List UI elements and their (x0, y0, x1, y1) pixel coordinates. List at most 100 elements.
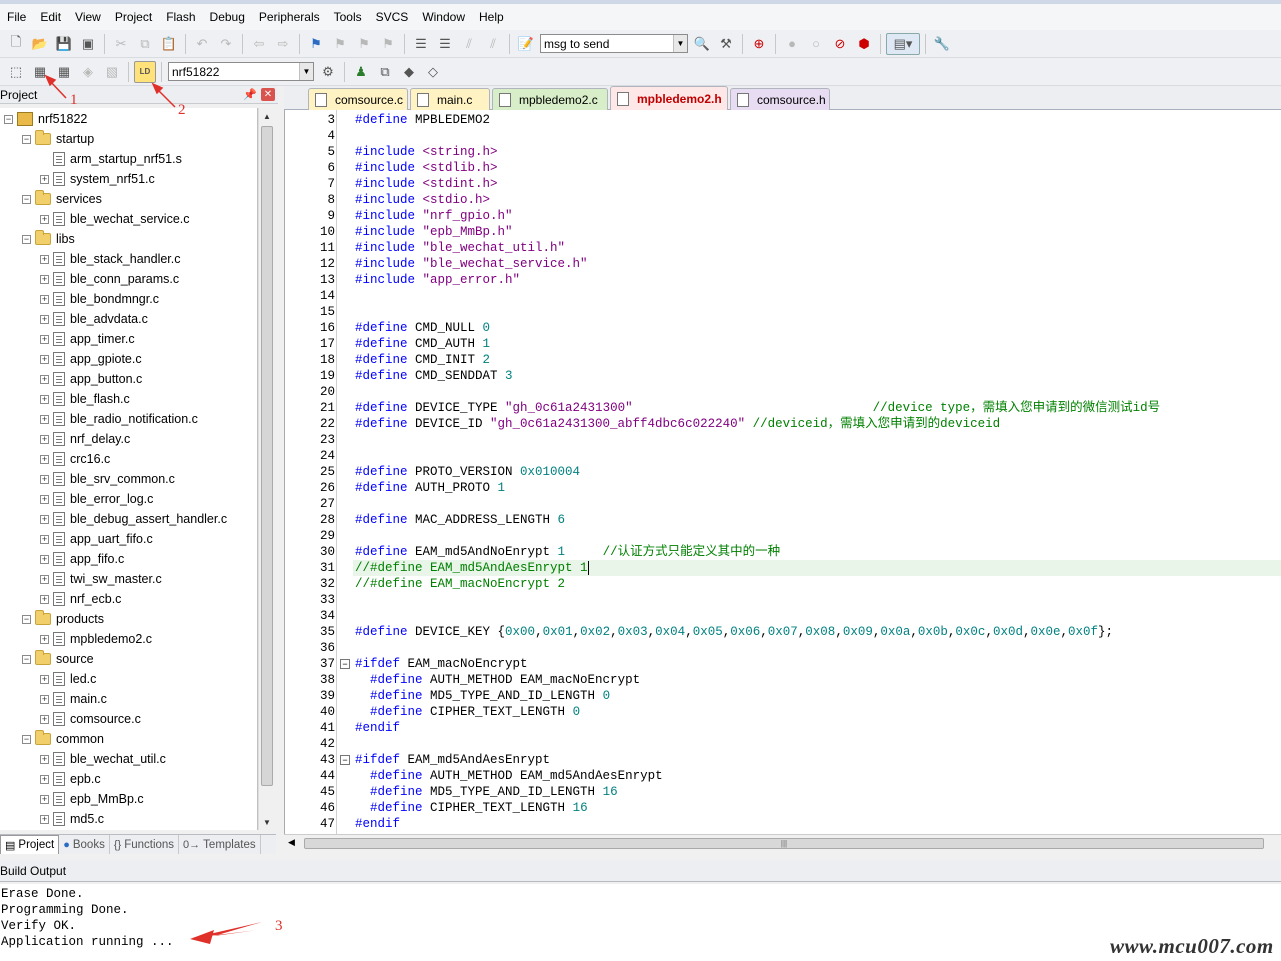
expand-icon[interactable]: + (40, 634, 49, 644)
tree-file[interactable]: + comsource.c (40, 709, 141, 729)
copy-icon[interactable]: ⧉ (134, 33, 156, 55)
save-all-icon[interactable]: ▣ (77, 33, 99, 55)
code-line[interactable]: #define CMD_AUTH 1 (355, 336, 490, 352)
expand-icon[interactable]: + (40, 674, 49, 684)
menu-debug[interactable]: Debug (203, 5, 252, 29)
uncomment-icon[interactable]: ⫽ (482, 33, 504, 55)
next-bookmark-icon[interactable]: ⚑ (353, 33, 375, 55)
tree-file[interactable]: + epb.c (40, 769, 101, 789)
tree-file[interactable]: + app_gpiote.c (40, 349, 142, 369)
indent-icon[interactable]: ☰ (410, 33, 432, 55)
code-line[interactable]: #define DEVICE_TYPE "gh_0c61a2431300" //… (355, 400, 1160, 416)
expand-icon[interactable]: + (40, 714, 49, 724)
expand-icon[interactable]: + (40, 814, 49, 824)
tree-file[interactable]: + ble_bondmngr.c (40, 289, 159, 309)
expand-icon[interactable]: + (40, 374, 49, 384)
pack-installer-icon[interactable]: ◆ (398, 61, 420, 83)
tree-file[interactable]: + ble_wechat_service.c (40, 209, 190, 229)
new-file-icon[interactable]: 🗋 (5, 33, 27, 55)
tree-file[interactable]: + ble_srv_common.c (40, 469, 175, 489)
save-icon[interactable]: 💾 (53, 33, 75, 55)
tree-file[interactable]: + nrf_delay.c (40, 429, 130, 449)
fold-toggle-icon[interactable]: − (340, 659, 350, 669)
code-line[interactable]: #include <stdlib.h> (355, 160, 498, 176)
file-extensions-icon[interactable]: ⧉ (374, 61, 396, 83)
redo-icon[interactable]: ↷ (215, 33, 237, 55)
tree-file[interactable]: arm_startup_nrf51.s (40, 149, 182, 169)
tree-file[interactable]: + ble_conn_params.c (40, 269, 179, 289)
scroll-down-icon[interactable]: ▼ (259, 814, 275, 830)
code-line[interactable]: #include "ble_wechat_util.h" (355, 240, 565, 256)
expand-icon[interactable]: + (40, 434, 49, 444)
tree-file[interactable]: + app_timer.c (40, 329, 135, 349)
tree-folder[interactable]: − common (22, 729, 104, 749)
find-combo[interactable]: msg to send ▼ (540, 34, 688, 53)
tree-file[interactable]: + twi_sw_master.c (40, 569, 162, 589)
code-line[interactable]: #define AUTH_PROTO 1 (355, 480, 505, 496)
code-line[interactable]: //#define EAM_md5AndAesEnrypt 1 (353, 560, 1281, 576)
close-icon[interactable]: ✕ (261, 88, 275, 101)
code-line[interactable]: #endif (355, 816, 400, 832)
open-folder-icon[interactable]: 📂 (29, 33, 51, 55)
menu-edit[interactable]: Edit (33, 5, 68, 29)
find-icon[interactable]: 🔍 (691, 33, 713, 55)
code-line[interactable]: #define DEVICE_KEY {0x00,0x01,0x02,0x03,… (355, 624, 1113, 640)
code-line[interactable]: #ifdef EAM_macNoEncrypt (355, 656, 528, 672)
tree-file[interactable]: + ble_flash.c (40, 389, 130, 409)
collapse-icon[interactable]: − (22, 654, 31, 664)
disable-all-breakpoints-icon[interactable]: ⊘ (829, 33, 851, 55)
configure-icon[interactable]: 🔧 (931, 33, 953, 55)
code-line[interactable]: #define MAC_ADDRESS_LENGTH 6 (355, 512, 565, 528)
find-in-files-icon[interactable]: 📝 (515, 33, 537, 55)
comment-icon[interactable]: ⫽ (458, 33, 480, 55)
select-packs-icon[interactable]: ◇ (422, 61, 444, 83)
code-line[interactable]: #define MD5_TYPE_AND_ID_LENGTH 16 (355, 784, 618, 800)
tree-folder[interactable]: − libs (22, 229, 75, 249)
tree-file[interactable]: + main.c (40, 689, 107, 709)
window-layout-icon[interactable]: ▤▾ (886, 32, 920, 55)
target-combo[interactable]: nrf51822 ▼ (168, 62, 314, 81)
chevron-down-icon[interactable]: ▼ (673, 35, 687, 52)
expand-icon[interactable]: + (40, 334, 49, 344)
disable-breakpoint-icon[interactable]: ○ (805, 33, 827, 55)
code-line[interactable]: #define AUTH_METHOD EAM_md5AndAesEnrypt (355, 768, 663, 784)
expand-icon[interactable]: + (40, 594, 49, 604)
code-line[interactable]: #endif (355, 720, 400, 736)
code-line[interactable]: #define CMD_NULL 0 (355, 320, 490, 336)
collapse-icon[interactable]: − (22, 234, 31, 244)
scroll-thumb[interactable] (261, 126, 273, 786)
collapse-icon[interactable]: − (22, 134, 31, 144)
code-line[interactable]: #define EAM_md5AndNoEnrypt 1 //认证方式只能定义其… (355, 544, 780, 560)
tab-project[interactable]: ▤ Project (0, 835, 60, 854)
tree-file[interactable]: + app_button.c (40, 369, 142, 389)
expand-icon[interactable]: + (40, 314, 49, 324)
code-line[interactable]: #include "epb_MmBp.h" (355, 224, 513, 240)
tab-templates[interactable]: 0→ Templates (179, 835, 261, 854)
tree-file[interactable]: + app_fifo.c (40, 549, 124, 569)
nav-forward-icon[interactable]: ⇨ (272, 33, 294, 55)
code-line[interactable]: #define CIPHER_TEXT_LENGTH 16 (355, 800, 588, 816)
code-line[interactable]: //#define EAM_macNoEncrypt 2 (355, 576, 565, 592)
expand-icon[interactable]: + (40, 354, 49, 364)
tree-file[interactable]: + ble_wechat_util.c (40, 749, 166, 769)
editor-tab[interactable]: comsource.h (730, 88, 830, 110)
expand-icon[interactable]: + (40, 694, 49, 704)
tab-functions[interactable]: {} Functions (110, 835, 180, 854)
cut-icon[interactable]: ✂ (110, 33, 132, 55)
expand-icon[interactable]: + (40, 294, 49, 304)
editor-tab[interactable]: mpbledemo2.c (492, 88, 608, 110)
expand-icon[interactable]: + (40, 174, 49, 184)
tree-file[interactable]: + ble_error_log.c (40, 489, 153, 509)
scroll-left-icon[interactable]: ◀ (288, 837, 295, 848)
expand-icon[interactable]: + (40, 474, 49, 484)
editor-tab[interactable]: comsource.c (308, 88, 408, 110)
editor-tab[interactable]: mpbledemo2.h (610, 86, 728, 110)
menu-svcs[interactable]: SVCS (369, 5, 416, 29)
code-line[interactable]: #ifdef EAM_md5AndAesEnrypt (355, 752, 550, 768)
debug-session-icon[interactable]: ⊕ (748, 33, 770, 55)
collapse-icon[interactable]: − (22, 614, 31, 624)
rebuild-icon[interactable]: ▦ (53, 61, 75, 83)
expand-icon[interactable]: + (40, 534, 49, 544)
code-editor[interactable]: 3 4 5 6 7 8 9 10 11 12 13 14 15 16 17 18 19 20 21 22 23 24 25 2… (284, 110, 1281, 834)
expand-icon[interactable]: + (40, 274, 49, 284)
